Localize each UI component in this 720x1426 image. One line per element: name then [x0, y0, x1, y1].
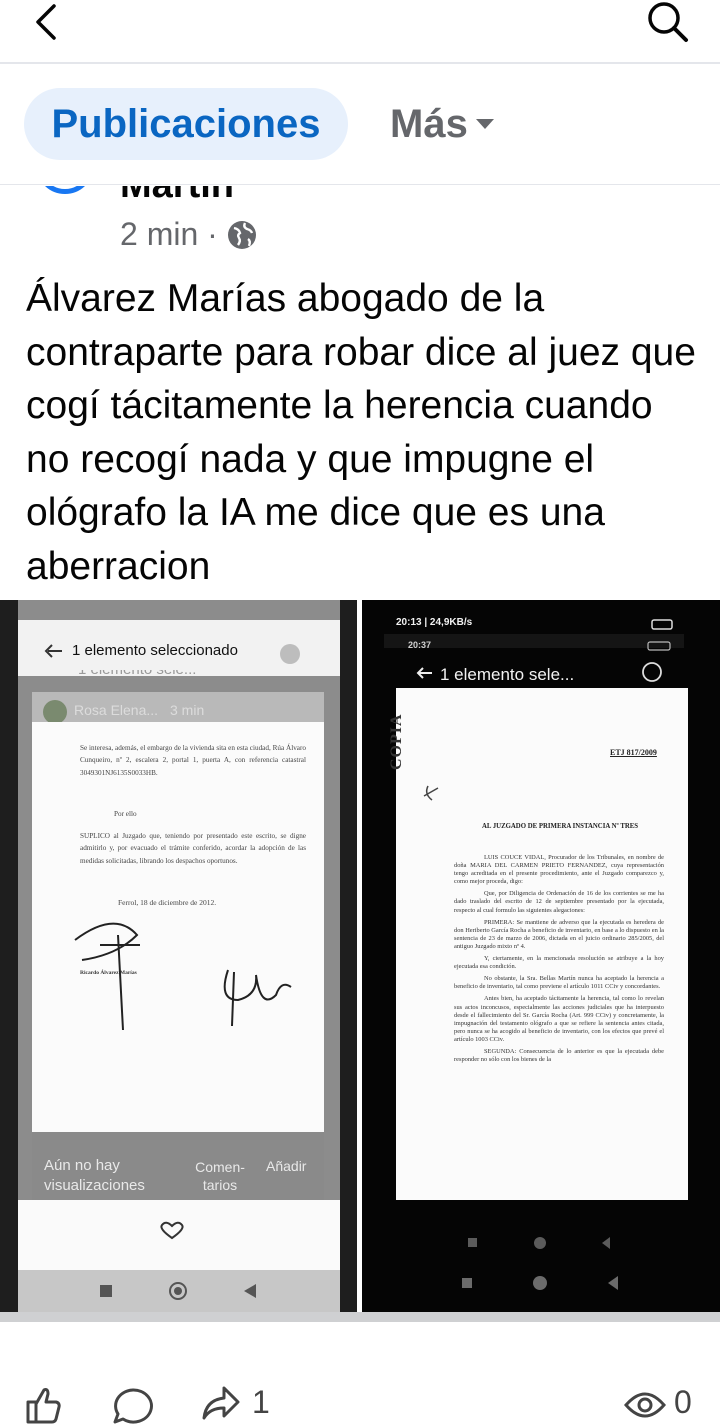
- post-time[interactable]: 2 min ·: [120, 216, 218, 253]
- comments-label: Comen-tarios: [195, 1159, 245, 1193]
- search-button[interactable]: [646, 0, 690, 44]
- reactions-bar: 1 0: [0, 1370, 720, 1424]
- post-header: Martín 2 min ·: [0, 186, 720, 266]
- doc-p3: Y, ciertamente, en la mencionada resoluc…: [454, 955, 664, 971]
- tab-publicaciones[interactable]: Publicaciones: [24, 88, 348, 160]
- doc-por-ello: Por ello: [114, 810, 137, 818]
- back-button[interactable]: [26, 0, 70, 44]
- doc-paragraph: Se interesa, además, el embargo de la vi…: [80, 744, 306, 777]
- selection-title: 1 elemento sele...: [440, 665, 575, 684]
- post-text: Álvarez Marías abogado de la contraparte…: [26, 277, 696, 588]
- post-image-left[interactable]: 1 elemento seleccionado 1 elemento sele.…: [0, 600, 357, 1312]
- doc-p1: Que, por Diligencia de Ordenación de 16 …: [454, 890, 664, 914]
- search-icon: [648, 2, 688, 42]
- views-count: 0: [674, 1384, 692, 1420]
- profile-tabs: Publicaciones Más: [0, 64, 720, 184]
- ghost-selection-title: 1 elemento sele...: [78, 670, 318, 678]
- thumbs-up-icon[interactable]: [24, 1384, 64, 1424]
- doc-heading: AL JUZGADO DE PRIMERA INSTANCIA Nº TRES: [482, 823, 639, 830]
- image-bottom-strip: [0, 1312, 720, 1322]
- copia-stamp: COPIA: [388, 713, 405, 770]
- caret-down-icon: [475, 119, 494, 129]
- tab-more-label: Más: [390, 101, 468, 146]
- top-bar: [0, 0, 720, 62]
- doc-signer: Ricardo Álvarez Marías: [80, 970, 137, 976]
- share-icon[interactable]: [200, 1384, 242, 1424]
- post-image-right[interactable]: 20:13 | 24,9KB/s 20:37 1 elemento sele..…: [362, 600, 720, 1312]
- doc-p5: Antes bien, ha aceptado tácitamente la h…: [454, 995, 664, 1043]
- status-time: 20:13 | 24,9KB/s: [396, 617, 473, 628]
- story-time: 3 min: [170, 702, 205, 718]
- globe-icon: [227, 220, 256, 249]
- post-meta: 2 min ·: [120, 216, 258, 253]
- story-author: Rosa Elena...: [74, 702, 159, 718]
- post-author[interactable]: Martín: [120, 186, 234, 207]
- add-label: Añadir: [266, 1158, 307, 1174]
- chevron-left-icon: [36, 4, 56, 40]
- doc-date: Ferrol, 18 de diciembre de 2012.: [118, 898, 217, 907]
- doc-body: LUIS COUCE VIDAL, Procurador de los Trib…: [454, 854, 664, 1064]
- no-views-label: Aún no hay visualizaciones: [44, 1157, 145, 1194]
- selection-title: 1 elemento seleccionado: [72, 642, 238, 659]
- tab-more[interactable]: Más: [390, 88, 494, 160]
- doc-p2: PRIMERA: Se mantiene de adverso que la e…: [454, 918, 664, 950]
- doc-intro: LUIS COUCE VIDAL, Procurador de los Trib…: [454, 854, 664, 886]
- doc-suplico: SUPLICO al Juzgado que, teniendo por pre…: [80, 832, 306, 865]
- comment-icon[interactable]: [112, 1386, 154, 1426]
- tabs-divider: [0, 184, 720, 185]
- doc-reference: ETJ 817/2009: [610, 748, 657, 757]
- doc-p4: No obstante, la Sra. Bellas Martín nunca…: [454, 975, 664, 991]
- share-count: 1: [252, 1384, 270, 1420]
- avatar[interactable]: [36, 186, 94, 194]
- doc-p6: SEGUNDA: Consecuencia de lo anterior es …: [454, 1047, 664, 1064]
- status-time-2: 20:37: [408, 640, 432, 650]
